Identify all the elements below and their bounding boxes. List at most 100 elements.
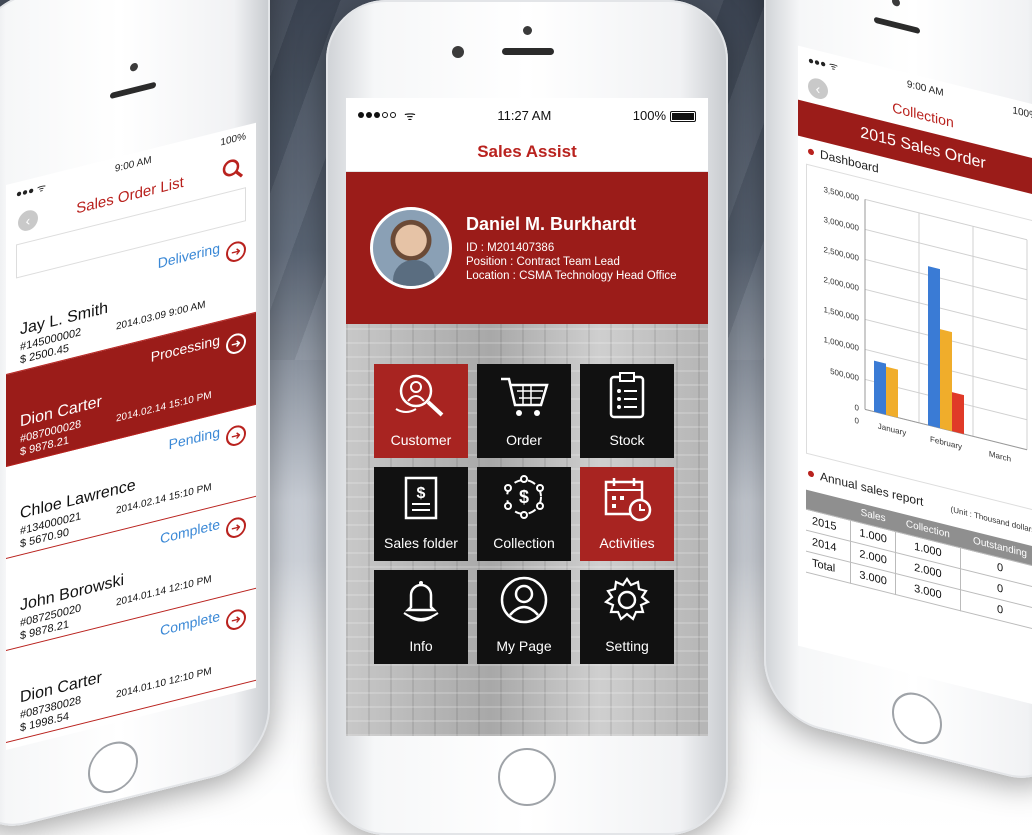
bar-february-3 [952,392,964,435]
sales-chart-svg: 0 500,000 1,000,000 1,500,000 2,000,000 2,500… [823,185,1028,464]
grid-line [865,258,1027,301]
y-tick-label: 3,500,000 [823,185,859,203]
y-tick-label: 1,000,000 [823,335,859,353]
left-camera [130,62,138,73]
tile-label: Collection [493,535,555,551]
search-icon[interactable] [222,156,244,183]
arrow-right-icon[interactable]: ➜ [226,423,246,449]
bullet-icon [808,470,814,478]
center-speaker [502,48,554,55]
center-status-bar: ᯤ 11:27 AM 100% [346,98,708,132]
x-tick-label: February [930,435,963,452]
order-status: Complete [160,515,220,547]
customer-search-icon [392,373,450,432]
back-icon[interactable]: ‹ [18,208,38,234]
svg-text:$: $ [519,487,529,507]
tile-info[interactable]: Info [374,570,468,664]
center-status-battery-wrap: 100% [633,108,696,123]
bar-february-2 [940,329,952,432]
bar-january-1 [874,360,886,415]
order-status: Complete [160,607,220,639]
tile-label: Customer [390,432,452,448]
dollar-document-icon: $ [402,474,440,535]
bullet-icon [808,148,814,156]
x-tick-label: March [989,449,1011,463]
user-icon [499,575,549,638]
tile-my-page[interactable]: My Page [477,570,571,664]
right-home-button[interactable] [892,687,942,750]
y-tick-label: 3,000,000 [823,215,859,233]
tile-setting[interactable]: Setting [580,570,674,664]
tile-label: Info [409,638,433,654]
y-tick-label: 2,500,000 [823,245,859,263]
center-home-button[interactable] [498,748,556,806]
arrow-right-icon[interactable]: ➜ [226,515,246,541]
right-status-battery: 100% [1012,104,1032,123]
profile-card[interactable]: Daniel M. Burkhardt ID : M201407386 Posi… [346,172,708,324]
right-speaker [874,16,920,35]
front-camera [452,46,464,58]
y-tick-label: 2,000,000 [823,275,859,293]
avatar [370,207,452,289]
arrow-right-icon[interactable]: ➜ [226,331,246,357]
dollar-cycle-icon: $ [499,472,549,535]
app-title: Sales Assist [346,132,708,172]
gear-icon [602,575,652,638]
center-camera [523,26,532,35]
left-speaker [110,81,156,100]
center-status-time: 11:27 AM [497,107,552,123]
order-list: Delivering Jay L. Smith #145000002 $ 2500.4… [6,220,256,744]
order-status: Processing [150,331,220,365]
right-phone: ●●● ᯤ 9:00 AM 100% ‹ Collection 2015 Sal… [764,0,1032,790]
center-status-battery: 100% [632,107,666,123]
cart-icon [497,373,551,432]
center-screen: ᯤ 11:27 AM 100% Sales Assist Daniel M. B… [346,98,708,736]
profile-location: Location : CSMA Technology Head Office [466,269,677,282]
tile-label: Activities [599,535,655,551]
menu-grid: Customer Order Stock $ Sales folder $ Collecti… [374,364,674,664]
order-date: 2014.01.10 12:10 PM [116,665,212,701]
signal-icon: ᯤ [358,106,416,124]
tile-stock[interactable]: Stock [580,364,674,458]
grid-line [865,288,1027,331]
left-phone: ●●● ᯤ 9:00 AM 100% ‹ Sales Order List De… [0,0,270,835]
center-phone: ᯤ 11:27 AM 100% Sales Assist Daniel M. B… [326,0,728,835]
clipboard-icon [607,371,647,432]
bar-january-2 [886,366,898,418]
profile-id: ID : M201407386 [466,241,555,254]
tile-label: Sales folder [384,535,458,551]
tile-label: Stock [609,432,645,448]
menu-area: Customer Order Stock $ Sales folder $ Collecti… [346,324,708,736]
y-tick-label: 0 [855,403,860,413]
grid-line [865,228,1027,271]
tile-sales-folder[interactable]: $ Sales folder [374,467,468,561]
bar-february-1 [928,266,940,429]
tile-collection[interactable]: $ Collection [477,467,571,561]
profile-position: Position : Contract Team Lead [466,255,620,268]
right-screen: ●●● ᯤ 9:00 AM 100% ‹ Collection 2015 Sal… [798,45,1032,709]
arrow-right-icon[interactable]: ➜ [226,607,246,633]
y-tick-label: 500,000 [830,367,859,383]
x-origin-label: 0 [855,416,860,426]
left-screen: ●●● ᯤ 9:00 AM 100% ‹ Sales Order List De… [6,122,256,751]
battery-icon [670,110,696,122]
order-status: Pending [168,423,220,453]
bell-icon [398,577,444,638]
profile-text: Daniel M. Burkhardt ID : M201407386 Posi… [466,214,677,283]
order-status: Delivering [157,239,220,272]
tile-order[interactable]: Order [477,364,571,458]
arrow-right-icon[interactable]: ➜ [226,239,246,265]
back-icon[interactable]: ‹ [808,76,828,102]
left-status-battery: 100% [220,130,246,149]
calendar-clock-icon [602,474,652,535]
svg-text:$: $ [417,485,426,502]
left-home-button[interactable] [88,736,138,799]
tile-activities[interactable]: Activities [580,467,674,561]
x-tick-label: January [878,422,907,438]
tile-label: My Page [496,638,552,654]
sales-chart: 0 500,000 1,000,000 1,500,000 2,000,000 2,500… [806,163,1032,513]
tile-label: Order [506,432,542,448]
tile-label: Setting [605,638,649,654]
right-camera [892,0,900,8]
tile-customer[interactable]: Customer [374,364,468,458]
